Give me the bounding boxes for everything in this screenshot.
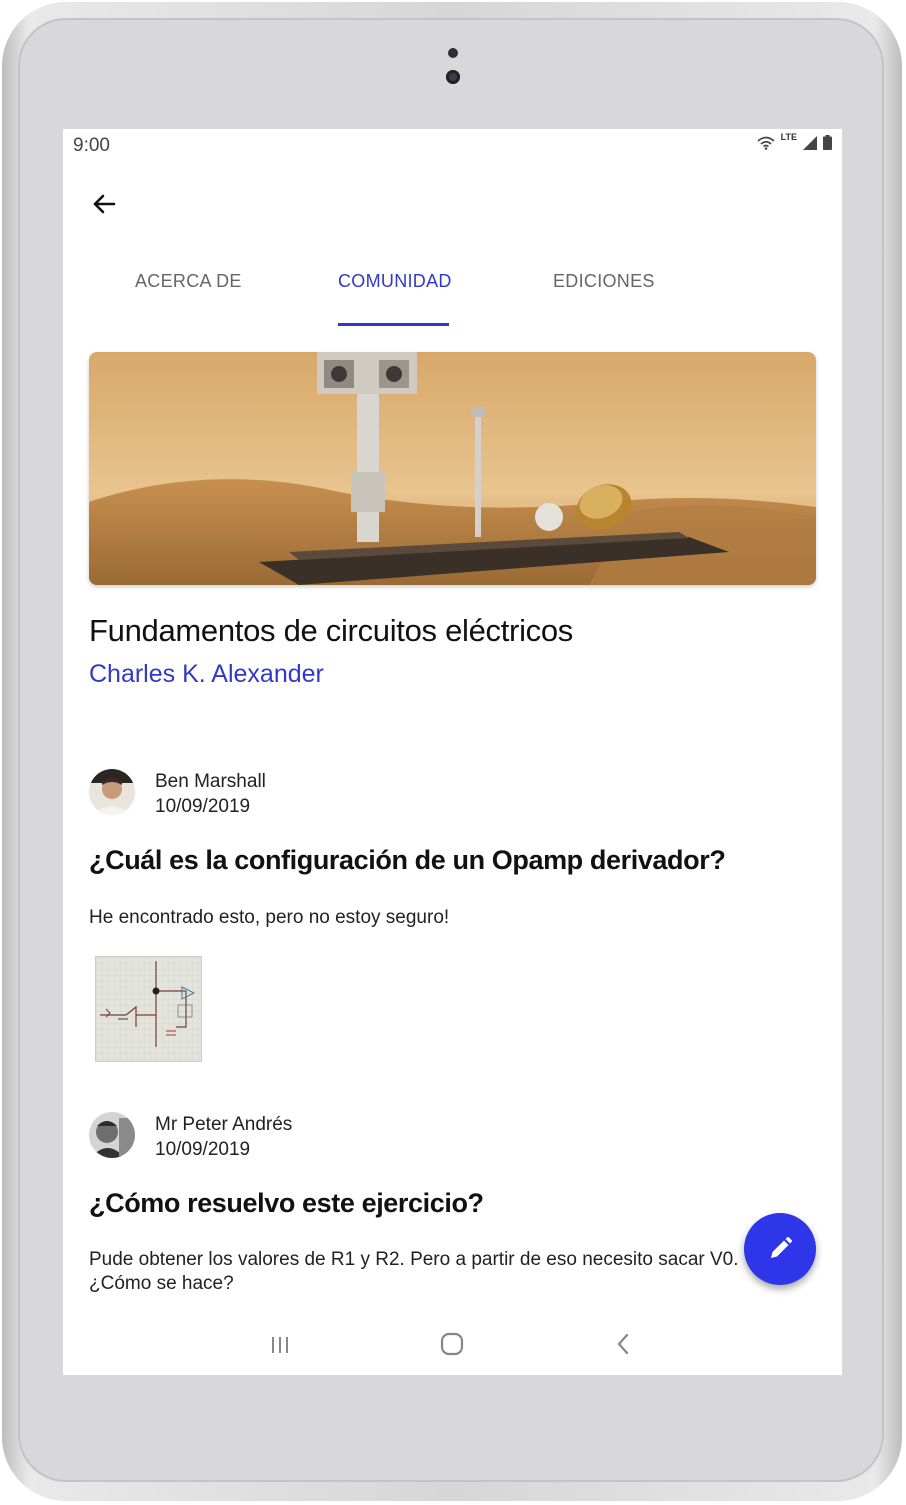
- circuit-image: [96, 957, 201, 1061]
- post-body: He encontrado esto, pero no estoy seguro…: [89, 907, 450, 928]
- tab-ediciones[interactable]: EDICIONES: [553, 271, 655, 292]
- post-author-name: Mr Peter Andrés: [155, 1114, 293, 1135]
- post-title[interactable]: ¿Cómo resuelvo este ejercicio?: [89, 1188, 484, 1219]
- post-date: 10/09/2019: [155, 1139, 251, 1160]
- status-bar: 9:00 LTE: [63, 129, 842, 163]
- book-title: Fundamentos de circuitos eléctricos: [89, 613, 574, 648]
- user-photo: [89, 1112, 135, 1158]
- avatar[interactable]: [89, 769, 135, 815]
- pencil-icon: [771, 1237, 792, 1258]
- tab-comunidad[interactable]: COMUNIDAD: [338, 271, 452, 292]
- post-title[interactable]: ¿Cuál es la configuración de un Opamp de…: [89, 845, 726, 876]
- home-icon[interactable]: [439, 1331, 465, 1357]
- tab-acerca-de[interactable]: ACERCA DE: [135, 271, 242, 292]
- network-type-label: LTE: [780, 131, 797, 142]
- front-camera: [446, 70, 460, 84]
- book-author[interactable]: Charles K. Alexander: [89, 660, 324, 689]
- book-cover-banner: [89, 352, 816, 585]
- user-photo: [89, 769, 135, 815]
- front-sensor: [448, 48, 458, 58]
- tab-bar: ACERCA DE COMUNIDAD EDICIONES: [63, 259, 842, 325]
- back-arrow-icon[interactable]: [87, 187, 121, 221]
- new-post-button[interactable]: [744, 1213, 816, 1285]
- post-date: 10/09/2019: [155, 796, 251, 817]
- circuit-diagram-thumbnail[interactable]: [95, 956, 202, 1062]
- system-navigation-bar: [63, 1325, 842, 1375]
- tablet-device: 9:00 LTE ACERCA DE COMUNIDAD EDICIONES F…: [0, 0, 906, 1505]
- wifi-icon: [757, 136, 775, 150]
- active-tab-indicator: [338, 323, 449, 326]
- app-screen: 9:00 LTE ACERCA DE COMUNIDAD EDICIONES F…: [63, 129, 842, 1375]
- avatar[interactable]: [89, 1112, 135, 1158]
- cell-signal-icon: [803, 135, 817, 150]
- system-back-icon[interactable]: [611, 1331, 637, 1357]
- post-author-name: Ben Marshall: [155, 771, 266, 792]
- recent-apps-icon[interactable]: [268, 1333, 292, 1357]
- status-time: 9:00: [73, 135, 110, 156]
- post-body: Pude obtener los valores de R1 y R2. Per…: [89, 1249, 739, 1294]
- battery-icon: [823, 135, 832, 150]
- mars-rover-image: [89, 352, 816, 585]
